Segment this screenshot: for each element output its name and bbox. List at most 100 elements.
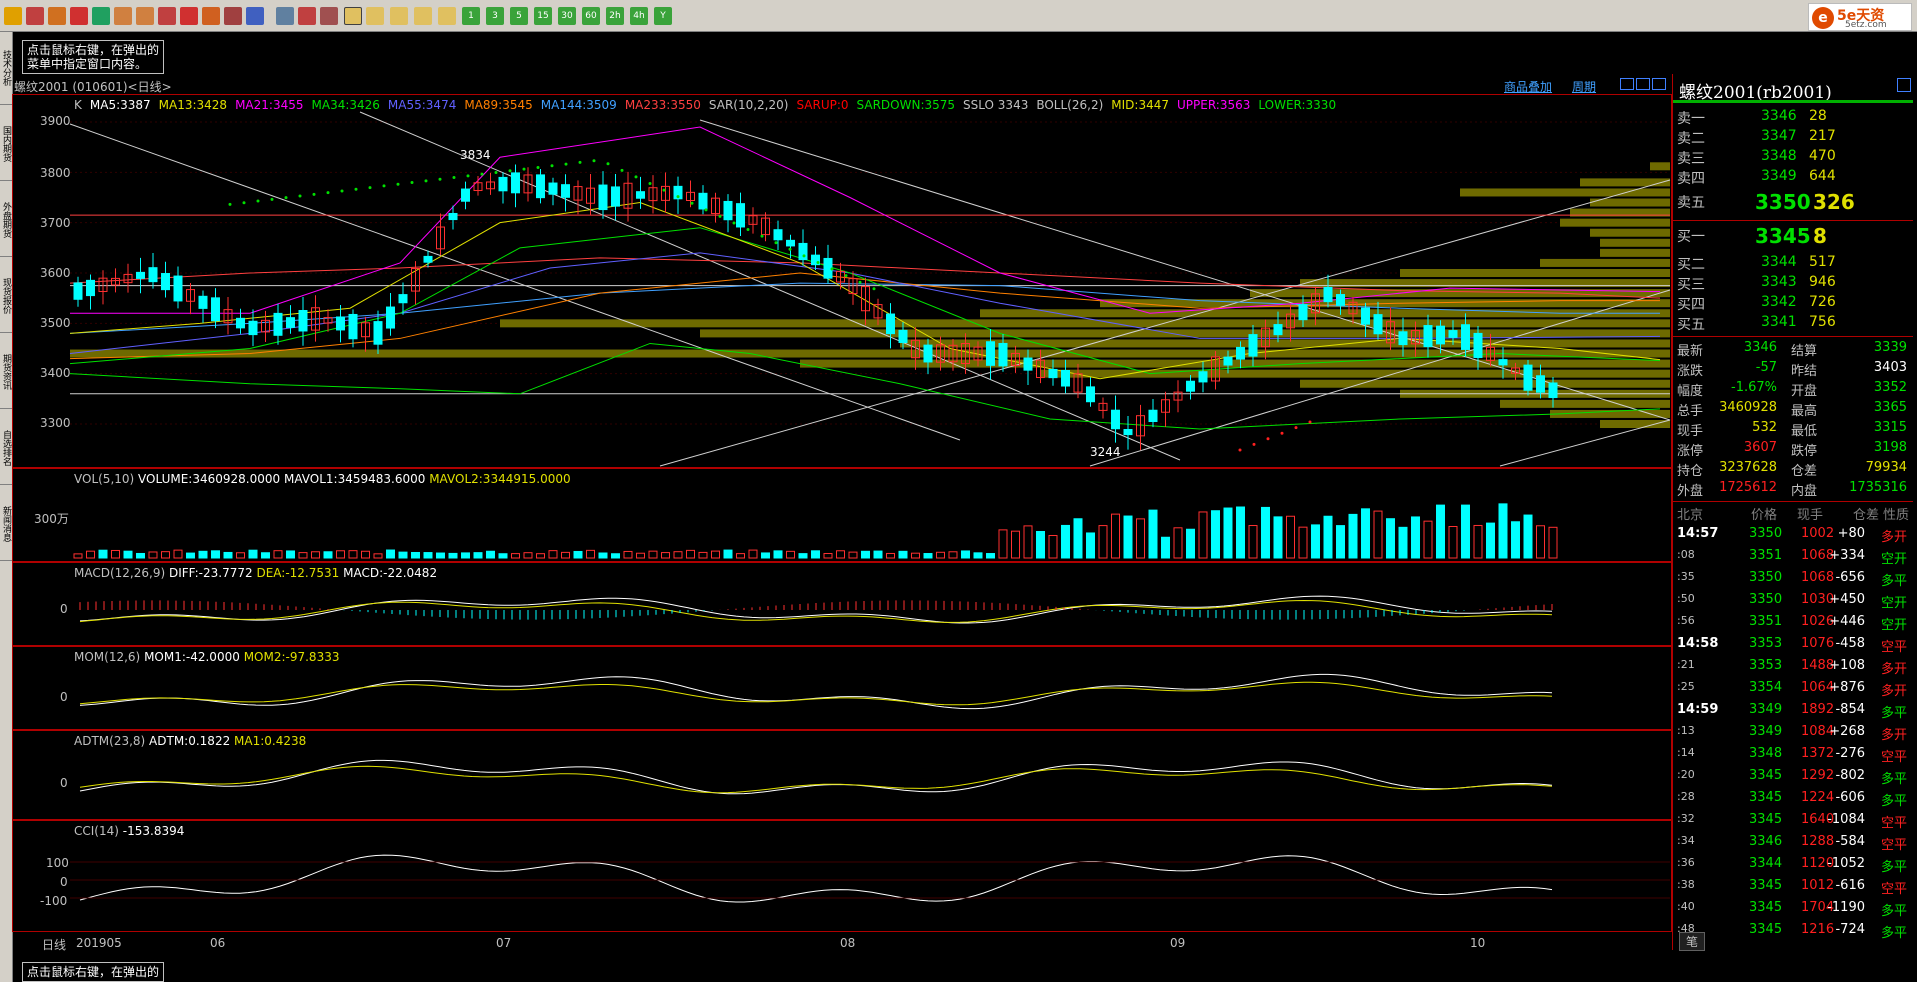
volume-bar xyxy=(1548,526,1558,559)
bid-label: 买二 xyxy=(1677,257,1705,273)
chart-canvas[interactable] xyxy=(0,0,1672,950)
ask-row[interactable]: 卖三 3348 470 xyxy=(1673,148,1913,168)
volume-profile-band xyxy=(1600,248,1670,257)
candle-body xyxy=(1123,429,1133,436)
candle-body xyxy=(1548,382,1558,399)
stat-label: 现手 xyxy=(1677,424,1704,439)
bid-row[interactable]: 买二 3344 517 xyxy=(1673,254,1913,274)
volume-bar xyxy=(973,552,983,559)
tick-oi-change: +108 xyxy=(1829,658,1865,673)
volume-bar xyxy=(611,553,620,559)
ask-row[interactable]: 卖一 3346 28 xyxy=(1673,108,1913,128)
tick-row[interactable]: :21 3353 1488 +108 多开 xyxy=(1673,658,1913,680)
volume-bar xyxy=(1486,522,1495,559)
volume-bar xyxy=(1048,535,1058,559)
volume-bar xyxy=(323,551,333,559)
bid-row[interactable]: 买三 3343 946 xyxy=(1673,274,1913,294)
volume-profile-band xyxy=(500,319,1670,328)
tick-price: 3351 xyxy=(1749,548,1783,563)
sar-dot xyxy=(718,214,722,218)
volume-bar xyxy=(1411,516,1420,559)
ticks-tab[interactable]: 笔 xyxy=(1679,932,1706,951)
volume-profile-band xyxy=(70,349,1670,358)
volume-bar xyxy=(198,550,208,559)
volume-bar xyxy=(1073,518,1083,559)
volume-bar xyxy=(1036,530,1045,559)
tick-row[interactable]: :32 3345 1640 -1084 空平 xyxy=(1673,812,1913,834)
candle-body xyxy=(73,282,83,300)
tick-row[interactable]: :48 3345 1216 -724 多平 xyxy=(1673,922,1913,944)
sar-dot xyxy=(466,174,470,178)
tick-time: :38 xyxy=(1677,878,1695,891)
tick-nature: 空开 xyxy=(1880,618,1907,633)
tick-row[interactable]: :36 3344 1120 -1052 多平 xyxy=(1673,856,1913,878)
tick-row[interactable]: :35 3350 1068 -656 多平 xyxy=(1673,570,1913,592)
tick-time: :34 xyxy=(1677,834,1695,847)
candle-body xyxy=(461,188,470,202)
tick-row[interactable]: 14:58 3353 1076 -458 空平 xyxy=(1673,636,1913,658)
bid-row[interactable]: 买五 3341 756 xyxy=(1673,314,1913,334)
tick-time: :40 xyxy=(1677,900,1695,913)
ask-row[interactable]: 卖二 3347 217 xyxy=(1673,128,1913,148)
sar-dot xyxy=(522,167,526,171)
sar-dot xyxy=(1308,420,1312,424)
tick-price: 3349 xyxy=(1749,724,1783,739)
tick-row[interactable]: :25 3354 1064 +876 多开 xyxy=(1673,680,1913,702)
tick-oi-change: -854 xyxy=(1835,702,1865,717)
volume-bar xyxy=(636,552,645,559)
bid-row[interactable]: 买一 3345 8 xyxy=(1673,224,1913,248)
volume-bar xyxy=(1498,503,1508,559)
tick-row[interactable]: :40 3345 1704 -1190 多平 xyxy=(1673,900,1913,922)
volume-bar xyxy=(98,549,108,559)
volume-bar xyxy=(736,553,745,559)
tick-price: 3344 xyxy=(1749,856,1783,871)
candle-body xyxy=(1236,346,1245,360)
sar-dot xyxy=(326,191,330,195)
tick-time: :21 xyxy=(1677,658,1695,671)
volume-bar xyxy=(1011,530,1020,559)
candle-body xyxy=(1273,324,1283,336)
tick-time: :36 xyxy=(1677,856,1695,869)
sar-dot xyxy=(438,177,442,181)
volume-bar xyxy=(811,550,820,559)
tick-row[interactable]: :13 3349 1084 +268 多开 xyxy=(1673,724,1913,746)
candle-body xyxy=(448,212,458,221)
tick-row[interactable]: :38 3345 1012 -616 空平 xyxy=(1673,878,1913,900)
candle-body xyxy=(898,329,908,343)
volume-bar xyxy=(86,550,95,559)
tick-row[interactable]: :28 3345 1224 -606 多平 xyxy=(1673,790,1913,812)
tick-row[interactable]: :08 3351 1068 +334 空开 xyxy=(1673,548,1913,570)
candle-body xyxy=(1323,286,1333,303)
sar-dot xyxy=(382,184,386,188)
tick-row[interactable]: 14:59 3349 1892 -854 多平 xyxy=(1673,702,1913,724)
ask-price: 3349 xyxy=(1761,168,1797,184)
ask-row[interactable]: 卖四 3349 644 xyxy=(1673,168,1913,188)
candle-body xyxy=(398,294,408,304)
volume-bar xyxy=(911,552,920,559)
volume-bar xyxy=(211,550,220,559)
tick-price: 3345 xyxy=(1749,922,1783,937)
tick-row[interactable]: :34 3346 1288 -584 空平 xyxy=(1673,834,1913,856)
tick-row[interactable]: :50 3350 1030 +450 空开 xyxy=(1673,592,1913,614)
candle-body xyxy=(1148,409,1158,423)
tick-row[interactable]: :20 3345 1292 -802 多平 xyxy=(1673,768,1913,790)
volume-bar xyxy=(361,550,370,559)
tick-oi-change: -1052 xyxy=(1827,856,1865,871)
tick-nature: 多平 xyxy=(1880,772,1907,787)
candle-body xyxy=(1086,386,1095,403)
volume-bar xyxy=(1123,515,1133,559)
ask-row[interactable]: 卖五 3350 326 xyxy=(1673,190,1913,214)
tick-price: 3350 xyxy=(1749,526,1783,541)
sar-dot xyxy=(662,188,666,192)
bid-row[interactable]: 买四 3342 726 xyxy=(1673,294,1913,314)
bid-volume: 726 xyxy=(1809,294,1836,310)
quote-panel-toggle-icon[interactable] xyxy=(1897,78,1911,92)
tick-row[interactable]: :56 3351 1026 +446 空开 xyxy=(1673,614,1913,636)
tick-nature: 空平 xyxy=(1880,640,1907,655)
tick-row[interactable]: :14 3348 1372 -276 空平 xyxy=(1673,746,1913,768)
tick-row[interactable]: 14:57 3350 1002 +80 多开 xyxy=(1673,526,1913,548)
volume-bar xyxy=(711,550,720,559)
bid-price: 3343 xyxy=(1761,274,1797,290)
candle-body xyxy=(286,317,295,328)
candle-body xyxy=(1473,332,1483,359)
